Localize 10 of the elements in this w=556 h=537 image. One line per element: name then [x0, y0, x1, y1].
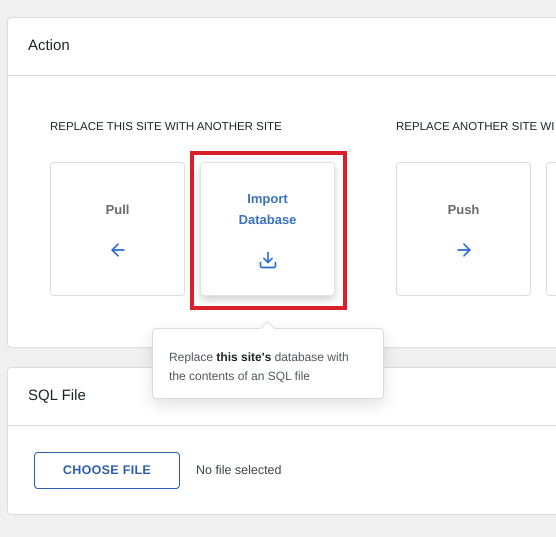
choose-file-button[interactable]: CHOOSE FILE: [34, 452, 180, 489]
download-icon: [258, 250, 278, 270]
action-card[interactable]: Import Database: [200, 162, 335, 296]
file-status: No file selected: [196, 462, 282, 480]
action-card[interactable]: Pull: [50, 162, 185, 296]
action-card[interactable]: Push: [396, 162, 531, 296]
section-label: REPLACE ANOTHER SITE WI: [396, 120, 556, 135]
panel-title: SQL File: [28, 386, 86, 406]
section-label: REPLACE THIS SITE WITH ANOTHER SITE: [50, 120, 283, 135]
panel-title: Action: [28, 36, 70, 56]
